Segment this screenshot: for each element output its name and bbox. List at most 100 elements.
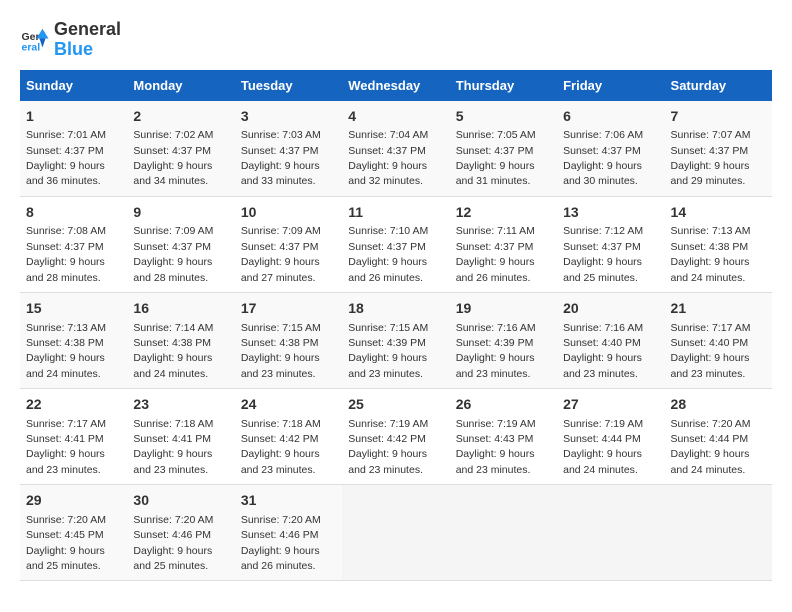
day-info: Sunrise: 7:07 AMSunset: 4:37 PMDaylight:… [671,129,751,187]
day-number: 13 [563,203,658,223]
day-cell: 2 Sunrise: 7:02 AMSunset: 4:37 PMDayligh… [127,101,234,197]
day-info: Sunrise: 7:06 AMSunset: 4:37 PMDaylight:… [563,129,643,187]
day-cell: 7 Sunrise: 7:07 AMSunset: 4:37 PMDayligh… [665,101,772,197]
day-number: 7 [671,107,766,127]
day-number: 10 [241,203,336,223]
day-cell: 6 Sunrise: 7:06 AMSunset: 4:37 PMDayligh… [557,101,664,197]
logo: Gen eral General Blue [20,20,121,60]
day-info: Sunrise: 7:20 AMSunset: 4:46 PMDaylight:… [133,514,213,572]
week-row-1: 1 Sunrise: 7:01 AMSunset: 4:37 PMDayligh… [20,101,772,197]
day-cell: 25 Sunrise: 7:19 AMSunset: 4:42 PMDaylig… [342,389,449,485]
day-cell: 12 Sunrise: 7:11 AMSunset: 4:37 PMDaylig… [450,196,557,292]
day-info: Sunrise: 7:20 AMSunset: 4:44 PMDaylight:… [671,418,751,476]
day-number: 8 [26,203,121,223]
week-row-2: 8 Sunrise: 7:08 AMSunset: 4:37 PMDayligh… [20,196,772,292]
day-info: Sunrise: 7:12 AMSunset: 4:37 PMDaylight:… [563,225,643,283]
day-number: 3 [241,107,336,127]
week-row-5: 29 Sunrise: 7:20 AMSunset: 4:45 PMDaylig… [20,485,772,581]
day-number: 19 [456,299,551,319]
day-info: Sunrise: 7:14 AMSunset: 4:38 PMDaylight:… [133,322,213,380]
day-number: 21 [671,299,766,319]
day-cell: 18 Sunrise: 7:15 AMSunset: 4:39 PMDaylig… [342,292,449,388]
day-header-friday: Friday [557,70,664,101]
day-cell [557,485,664,581]
day-info: Sunrise: 7:19 AMSunset: 4:44 PMDaylight:… [563,418,643,476]
day-cell [665,485,772,581]
day-number: 15 [26,299,121,319]
day-info: Sunrise: 7:02 AMSunset: 4:37 PMDaylight:… [133,129,213,187]
day-cell: 19 Sunrise: 7:16 AMSunset: 4:39 PMDaylig… [450,292,557,388]
day-info: Sunrise: 7:13 AMSunset: 4:38 PMDaylight:… [26,322,106,380]
day-info: Sunrise: 7:01 AMSunset: 4:37 PMDaylight:… [26,129,106,187]
logo-icon: Gen eral [20,25,50,55]
day-info: Sunrise: 7:20 AMSunset: 4:46 PMDaylight:… [241,514,321,572]
day-info: Sunrise: 7:16 AMSunset: 4:39 PMDaylight:… [456,322,536,380]
day-cell: 26 Sunrise: 7:19 AMSunset: 4:43 PMDaylig… [450,389,557,485]
day-cell: 9 Sunrise: 7:09 AMSunset: 4:37 PMDayligh… [127,196,234,292]
day-info: Sunrise: 7:09 AMSunset: 4:37 PMDaylight:… [133,225,213,283]
day-cell: 29 Sunrise: 7:20 AMSunset: 4:45 PMDaylig… [20,485,127,581]
day-number: 17 [241,299,336,319]
day-info: Sunrise: 7:10 AMSunset: 4:37 PMDaylight:… [348,225,428,283]
day-number: 29 [26,491,121,511]
day-cell: 23 Sunrise: 7:18 AMSunset: 4:41 PMDaylig… [127,389,234,485]
day-header-monday: Monday [127,70,234,101]
calendar-header: SundayMondayTuesdayWednesdayThursdayFrid… [20,70,772,101]
svg-text:eral: eral [22,41,41,53]
day-number: 22 [26,395,121,415]
day-cell: 5 Sunrise: 7:05 AMSunset: 4:37 PMDayligh… [450,101,557,197]
day-info: Sunrise: 7:15 AMSunset: 4:38 PMDaylight:… [241,322,321,380]
day-number: 24 [241,395,336,415]
day-info: Sunrise: 7:11 AMSunset: 4:37 PMDaylight:… [456,225,535,283]
day-cell: 10 Sunrise: 7:09 AMSunset: 4:37 PMDaylig… [235,196,342,292]
day-number: 14 [671,203,766,223]
day-number: 30 [133,491,228,511]
day-number: 6 [563,107,658,127]
day-info: Sunrise: 7:08 AMSunset: 4:37 PMDaylight:… [26,225,106,283]
day-cell: 31 Sunrise: 7:20 AMSunset: 4:46 PMDaylig… [235,485,342,581]
day-info: Sunrise: 7:17 AMSunset: 4:41 PMDaylight:… [26,418,106,476]
day-cell [342,485,449,581]
day-number: 18 [348,299,443,319]
day-number: 12 [456,203,551,223]
day-number: 5 [456,107,551,127]
day-header-wednesday: Wednesday [342,70,449,101]
day-cell: 11 Sunrise: 7:10 AMSunset: 4:37 PMDaylig… [342,196,449,292]
day-info: Sunrise: 7:13 AMSunset: 4:38 PMDaylight:… [671,225,751,283]
day-info: Sunrise: 7:04 AMSunset: 4:37 PMDaylight:… [348,129,428,187]
day-cell: 16 Sunrise: 7:14 AMSunset: 4:38 PMDaylig… [127,292,234,388]
day-number: 31 [241,491,336,511]
logo-text: General Blue [54,20,121,60]
day-number: 11 [348,203,443,223]
day-cell: 24 Sunrise: 7:18 AMSunset: 4:42 PMDaylig… [235,389,342,485]
day-number: 2 [133,107,228,127]
day-cell: 20 Sunrise: 7:16 AMSunset: 4:40 PMDaylig… [557,292,664,388]
day-info: Sunrise: 7:05 AMSunset: 4:37 PMDaylight:… [456,129,536,187]
day-cell: 22 Sunrise: 7:17 AMSunset: 4:41 PMDaylig… [20,389,127,485]
day-number: 25 [348,395,443,415]
day-header-sunday: Sunday [20,70,127,101]
day-cell: 3 Sunrise: 7:03 AMSunset: 4:37 PMDayligh… [235,101,342,197]
day-info: Sunrise: 7:09 AMSunset: 4:37 PMDaylight:… [241,225,321,283]
page-header: Gen eral General Blue [20,20,772,60]
day-number: 20 [563,299,658,319]
day-number: 9 [133,203,228,223]
day-info: Sunrise: 7:17 AMSunset: 4:40 PMDaylight:… [671,322,751,380]
day-cell: 28 Sunrise: 7:20 AMSunset: 4:44 PMDaylig… [665,389,772,485]
day-cell: 13 Sunrise: 7:12 AMSunset: 4:37 PMDaylig… [557,196,664,292]
day-cell: 4 Sunrise: 7:04 AMSunset: 4:37 PMDayligh… [342,101,449,197]
day-header-saturday: Saturday [665,70,772,101]
day-cell: 14 Sunrise: 7:13 AMSunset: 4:38 PMDaylig… [665,196,772,292]
day-number: 27 [563,395,658,415]
day-info: Sunrise: 7:19 AMSunset: 4:43 PMDaylight:… [456,418,536,476]
day-info: Sunrise: 7:15 AMSunset: 4:39 PMDaylight:… [348,322,428,380]
day-number: 16 [133,299,228,319]
day-info: Sunrise: 7:16 AMSunset: 4:40 PMDaylight:… [563,322,643,380]
day-header-thursday: Thursday [450,70,557,101]
calendar-table: SundayMondayTuesdayWednesdayThursdayFrid… [20,70,772,582]
day-cell: 17 Sunrise: 7:15 AMSunset: 4:38 PMDaylig… [235,292,342,388]
week-row-3: 15 Sunrise: 7:13 AMSunset: 4:38 PMDaylig… [20,292,772,388]
day-info: Sunrise: 7:18 AMSunset: 4:42 PMDaylight:… [241,418,321,476]
day-number: 28 [671,395,766,415]
day-cell: 8 Sunrise: 7:08 AMSunset: 4:37 PMDayligh… [20,196,127,292]
